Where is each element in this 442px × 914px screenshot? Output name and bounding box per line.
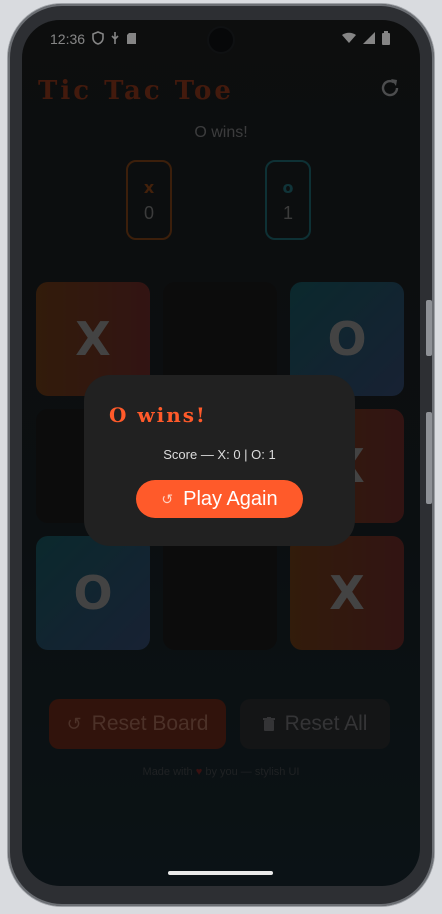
volume-button xyxy=(426,412,432,504)
win-dialog: O wins! Score — X: 0 | O: 1 ↺ Play Again xyxy=(84,375,355,546)
home-indicator[interactable] xyxy=(168,871,273,875)
dialog-score-text: Score — X: 0 | O: 1 xyxy=(163,447,276,462)
dialog-title: O wins! xyxy=(109,403,207,427)
play-again-label: Play Again xyxy=(183,487,278,510)
app-screen: 12:36 Tic Tac Toe O wins! x 0 o 1 X O X … xyxy=(22,20,420,886)
play-again-button[interactable]: ↺ Play Again xyxy=(136,480,303,518)
power-button xyxy=(426,300,432,356)
undo-icon: ↺ xyxy=(161,490,174,507)
